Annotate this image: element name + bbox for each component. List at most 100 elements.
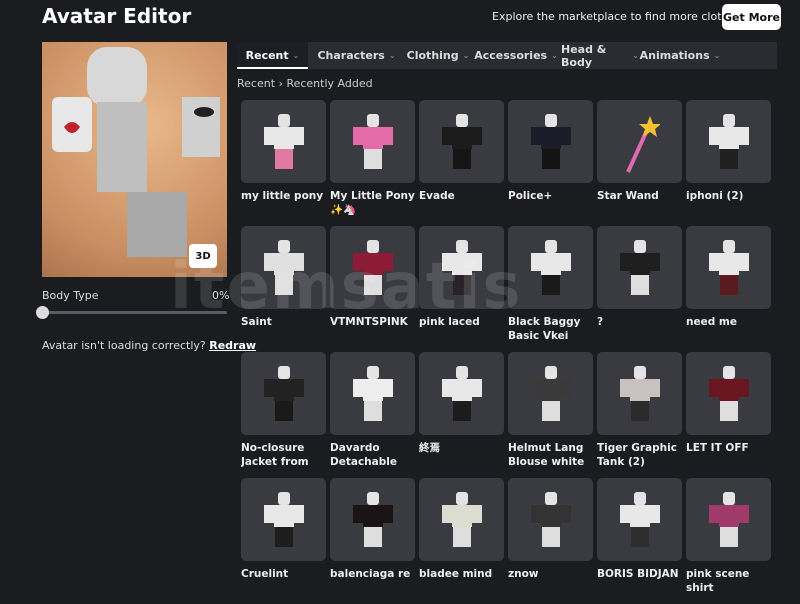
item-card[interactable]: Black Baggy Basic Vkei Dh... <box>508 226 593 352</box>
item-thumbnail[interactable] <box>686 352 771 435</box>
item-thumbnail[interactable] <box>330 226 415 309</box>
item-thumbnail[interactable] <box>330 100 415 183</box>
tab-head-body[interactable]: Head & Body ⌄ <box>561 42 639 69</box>
tab-characters[interactable]: Characters ⌄ <box>308 42 405 69</box>
item-card[interactable]: my little pony <box>241 100 326 226</box>
item-name: Cruelint <box>241 568 289 580</box>
item-card[interactable]: My Little Pony ✨🦄 <box>330 100 415 226</box>
item-thumbnail[interactable] <box>508 478 593 561</box>
item-thumbnail[interactable] <box>330 478 415 561</box>
marketplace-promo: Explore the marketplace to find more clo… <box>492 10 746 23</box>
item-card[interactable]: Helmut Lang Blouse white <box>508 352 593 478</box>
item-thumbnail[interactable] <box>241 352 326 435</box>
star-wand-icon <box>625 116 660 173</box>
item-thumbnail[interactable] <box>419 352 504 435</box>
avatar-thumbnail <box>352 114 393 174</box>
avatar-preview[interactable]: 3D <box>42 42 227 277</box>
avatar-thumbnail <box>441 492 482 552</box>
item-thumbnail[interactable] <box>686 100 771 183</box>
item-name: LET IT OFF <box>686 442 749 454</box>
item-thumbnail[interactable] <box>597 100 682 183</box>
item-card[interactable]: iphoni (2) <box>686 100 771 226</box>
item-thumbnail[interactable] <box>686 226 771 309</box>
breadcrumb-separator: › <box>278 77 283 90</box>
tab-label: Recent <box>245 49 289 62</box>
avatar-thumbnail <box>263 114 304 174</box>
avatar-thumbnail <box>708 240 749 300</box>
item-card[interactable]: Police+ <box>508 100 593 226</box>
chevron-down-icon: ⌄ <box>632 51 639 60</box>
slider-handle[interactable] <box>36 306 49 319</box>
item-name: znow <box>508 568 539 580</box>
item-thumbnail[interactable] <box>419 478 504 561</box>
item-card[interactable]: VTMNTSPINK <box>330 226 415 352</box>
breadcrumb: Recent › Recently Added <box>237 77 373 90</box>
avatar-thumbnail <box>619 366 660 426</box>
item-thumbnail[interactable] <box>241 478 326 561</box>
item-thumbnail[interactable] <box>597 478 682 561</box>
item-card[interactable]: Evade <box>419 100 504 226</box>
item-card[interactable]: No-closure Jacket from th... <box>241 352 326 478</box>
item-card[interactable]: bladee mind <box>419 478 504 604</box>
item-thumbnail[interactable] <box>508 226 593 309</box>
chevron-down-icon: ⌄ <box>462 51 470 60</box>
item-name: my little pony <box>241 190 324 202</box>
item-card[interactable]: Cruelint <box>241 478 326 604</box>
avatar-figure-icon <box>52 47 220 257</box>
tab-recent[interactable]: Recent ⌄ <box>237 42 308 69</box>
chevron-down-icon: ⌄ <box>551 51 558 60</box>
item-card[interactable]: Davardo Detachable Shirt <box>330 352 415 478</box>
tab-accessories[interactable]: Accessories ⌄ <box>471 42 561 69</box>
avatar-thumbnail <box>619 240 660 300</box>
avatar-thumbnail <box>708 114 749 174</box>
item-thumbnail[interactable] <box>597 226 682 309</box>
view-3d-button[interactable]: 3D <box>189 244 217 268</box>
item-card[interactable]: Saint <box>241 226 326 352</box>
avatar-thumbnail <box>441 240 482 300</box>
item-card[interactable]: need me <box>686 226 771 352</box>
tab-label: Characters <box>317 49 385 62</box>
page-title: Avatar Editor <box>42 4 192 28</box>
breadcrumb-current: Recently Added <box>286 77 373 90</box>
item-name: Helmut Lang Blouse white <box>508 442 585 468</box>
item-card[interactable]: ? <box>597 226 682 352</box>
tab-label: Head & Body <box>561 42 607 69</box>
item-thumbnail[interactable] <box>508 100 593 183</box>
item-name: 終焉 <box>419 442 440 454</box>
avatar-thumbnail <box>263 366 304 426</box>
item-thumbnail[interactable] <box>508 352 593 435</box>
item-card[interactable]: 終焉 <box>419 352 504 478</box>
item-name: Police+ <box>508 190 553 202</box>
tab-label: Accessories <box>474 49 548 62</box>
item-card[interactable]: Tiger Graphic Tank (2) <box>597 352 682 478</box>
item-thumbnail[interactable] <box>330 352 415 435</box>
avatar-thumbnail <box>352 240 393 300</box>
get-more-button[interactable]: Get More <box>722 4 781 30</box>
item-name: need me <box>686 316 737 328</box>
tab-animations[interactable]: Animations ⌄ <box>639 42 721 69</box>
avatar-thumbnail <box>441 114 482 174</box>
item-card[interactable]: Star Wand <box>597 100 682 226</box>
item-card[interactable]: BORIS BIDJAN <box>597 478 682 604</box>
item-thumbnail[interactable] <box>419 100 504 183</box>
item-card[interactable]: pink scene shirt <box>686 478 771 604</box>
body-type-slider[interactable] <box>36 306 227 319</box>
item-name: ? <box>597 316 604 328</box>
item-card[interactable]: pink laced <box>419 226 504 352</box>
item-name: balenciaga re <box>330 568 411 580</box>
item-thumbnail[interactable] <box>419 226 504 309</box>
avatar-thumbnail <box>708 366 749 426</box>
item-thumbnail[interactable] <box>241 226 326 309</box>
tab-clothing[interactable]: Clothing ⌄ <box>405 42 471 69</box>
item-card[interactable]: znow <box>508 478 593 604</box>
item-name: Black Baggy Basic Vkei Dh... <box>508 316 581 342</box>
item-card[interactable]: LET IT OFF <box>686 352 771 478</box>
breadcrumb-root[interactable]: Recent <box>237 77 275 90</box>
loading-text: Avatar isn't loading correctly? <box>42 339 206 352</box>
item-thumbnail[interactable] <box>597 352 682 435</box>
item-thumbnail[interactable] <box>686 478 771 561</box>
item-thumbnail[interactable] <box>241 100 326 183</box>
item-name: Davardo Detachable Shirt <box>330 442 397 468</box>
category-tabs: Recent ⌄ Characters ⌄ Clothing ⌄ Accessories ⌄ H… <box>237 42 777 69</box>
item-card[interactable]: balenciaga re <box>330 478 415 604</box>
